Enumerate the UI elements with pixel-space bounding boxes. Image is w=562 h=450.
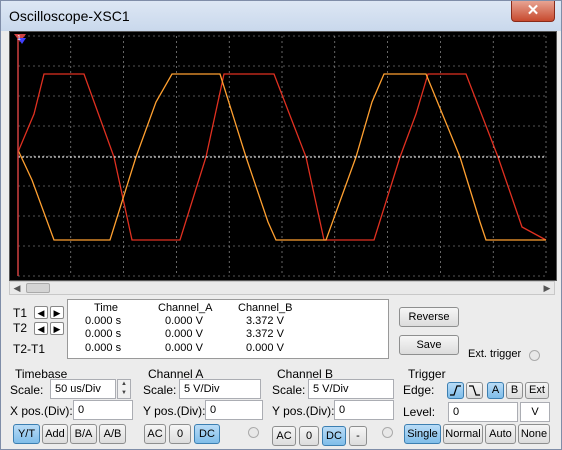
- ext-trigger-terminal-icon[interactable]: [529, 350, 540, 361]
- scope-display: 1: [9, 31, 557, 281]
- channel-b-invert-button[interactable]: -: [349, 426, 367, 446]
- channel-a-ac-button[interactable]: AC: [144, 424, 166, 444]
- trigger-edge-label: Edge:: [403, 383, 435, 397]
- timebase-mode-ab-button[interactable]: A/B: [99, 424, 126, 444]
- t1-label: T1: [13, 306, 28, 320]
- scope-plot: 1: [14, 34, 547, 277]
- timebase-mode-add-button[interactable]: Add: [42, 424, 68, 444]
- readout-diff-channel-a: 0.000 V: [165, 342, 203, 354]
- cursor-readout-table: Time Channel_A Channel_B 0.000 s 0.000 V…: [67, 299, 389, 359]
- cursor-1-label: 1: [17, 35, 21, 42]
- t2-right-arrow-icon[interactable]: ▶: [50, 322, 64, 335]
- trigger-source-ext-button[interactable]: Ext: [525, 382, 549, 399]
- channel-b-terminal-icon[interactable]: [382, 427, 393, 438]
- readout-header-channel-a: Channel_A: [158, 302, 213, 314]
- window-title: Oscilloscope-XSC1: [9, 8, 130, 24]
- channel-b-ypos-field[interactable]: 0: [334, 400, 394, 420]
- timebase-xpos-field[interactable]: 0: [73, 400, 133, 420]
- scroll-left-icon[interactable]: ◀: [10, 282, 24, 294]
- channel-b-scale-label: Scale:: [272, 383, 306, 397]
- t1-right-arrow-icon[interactable]: ▶: [50, 306, 64, 319]
- timebase-mode-ba-button[interactable]: B/A: [70, 424, 97, 444]
- spin-down-icon[interactable]: ▼: [118, 389, 130, 398]
- trigger-level-field[interactable]: 0: [448, 402, 518, 422]
- readout-t2-time: 0.000 s: [85, 328, 122, 340]
- channel-a-terminal-icon[interactable]: [248, 427, 259, 438]
- trigger-source-a-button[interactable]: A: [487, 382, 504, 399]
- channel-a-ypos-label: Y pos.(Div):: [143, 404, 206, 418]
- ext-trigger-label: Ext. trigger: [468, 348, 522, 360]
- readout-t1-channel-a: 0.000 V: [165, 315, 203, 327]
- t2-left-arrow-icon[interactable]: ◀: [34, 322, 48, 335]
- timebase-xpos-label: X pos.(Div):: [10, 404, 73, 418]
- readout-t1-time: 0.000 s: [85, 315, 122, 327]
- timebase-scale-field[interactable]: 50 us/Div: [50, 379, 116, 399]
- timebase-scale-label: Scale:: [10, 383, 44, 397]
- close-button[interactable]: ✕: [511, 1, 555, 22]
- rising-edge-icon[interactable]: [447, 382, 464, 399]
- t2-label: T2: [13, 321, 28, 335]
- channel-b-scale-field[interactable]: 5 V/Div: [308, 379, 394, 399]
- readout-t2-channel-b: 3.372 V: [246, 328, 284, 340]
- time-scrollbar[interactable]: ◀ ▶: [9, 281, 555, 295]
- trigger-mode-auto-button[interactable]: Auto: [485, 424, 516, 444]
- channel-a-scale-field[interactable]: 5 V/Div: [179, 379, 261, 399]
- title-bar[interactable]: Oscilloscope-XSC1 ✕: [1, 1, 561, 31]
- channel-b-dc-button[interactable]: DC: [322, 426, 346, 446]
- falling-edge-icon[interactable]: [466, 382, 483, 399]
- channel-a-scale-label: Scale:: [143, 383, 177, 397]
- readout-t1-channel-b: 3.372 V: [246, 315, 284, 327]
- channel-a-ypos-field[interactable]: 0: [205, 400, 263, 420]
- scroll-right-icon[interactable]: ▶: [540, 282, 554, 294]
- falling-edge-glyph: [469, 385, 480, 396]
- trigger-level-label: Level:: [403, 405, 436, 419]
- channel-a-zero-button[interactable]: 0: [169, 424, 191, 444]
- timebase-mode-yt-button[interactable]: Y/T: [13, 424, 40, 444]
- trigger-level-unit[interactable]: V: [520, 402, 550, 422]
- rising-edge-glyph: [450, 385, 461, 396]
- trigger-mode-none-button[interactable]: None: [518, 424, 550, 444]
- timebase-scale-spinner[interactable]: ▲ ▼: [117, 379, 131, 399]
- trigger-mode-normal-button[interactable]: Normal: [443, 424, 483, 444]
- trigger-mode-single-button[interactable]: Single: [404, 424, 441, 444]
- readout-diff-channel-b: 0.000 V: [246, 342, 284, 354]
- readout-header-channel-b: Channel_B: [238, 302, 293, 314]
- trigger-source-b-button[interactable]: B: [506, 382, 523, 399]
- t1-left-arrow-icon[interactable]: ◀: [34, 306, 48, 319]
- oscilloscope-window: Oscilloscope-XSC1 ✕ 1 ◀ ▶ T1 ◀ ▶ T2 ◀ ▶ …: [0, 0, 562, 450]
- readout-diff-time: 0.000 s: [85, 342, 122, 354]
- spin-up-icon[interactable]: ▲: [118, 380, 130, 389]
- trigger-title: Trigger: [408, 367, 446, 381]
- readout-header-time: Time: [94, 302, 119, 314]
- scroll-thumb[interactable]: [26, 283, 50, 293]
- readout-t2-channel-a: 0.000 V: [165, 328, 203, 340]
- reverse-button[interactable]: Reverse: [399, 307, 459, 327]
- save-button[interactable]: Save: [399, 335, 459, 355]
- channel-a-dc-button[interactable]: DC: [194, 424, 220, 444]
- channel-b-ypos-label: Y pos.(Div):: [272, 404, 335, 418]
- channel-b-zero-button[interactable]: 0: [299, 426, 319, 446]
- t2-t1-label: T2-T1: [13, 342, 46, 356]
- channel-b-ac-button[interactable]: AC: [272, 426, 296, 446]
